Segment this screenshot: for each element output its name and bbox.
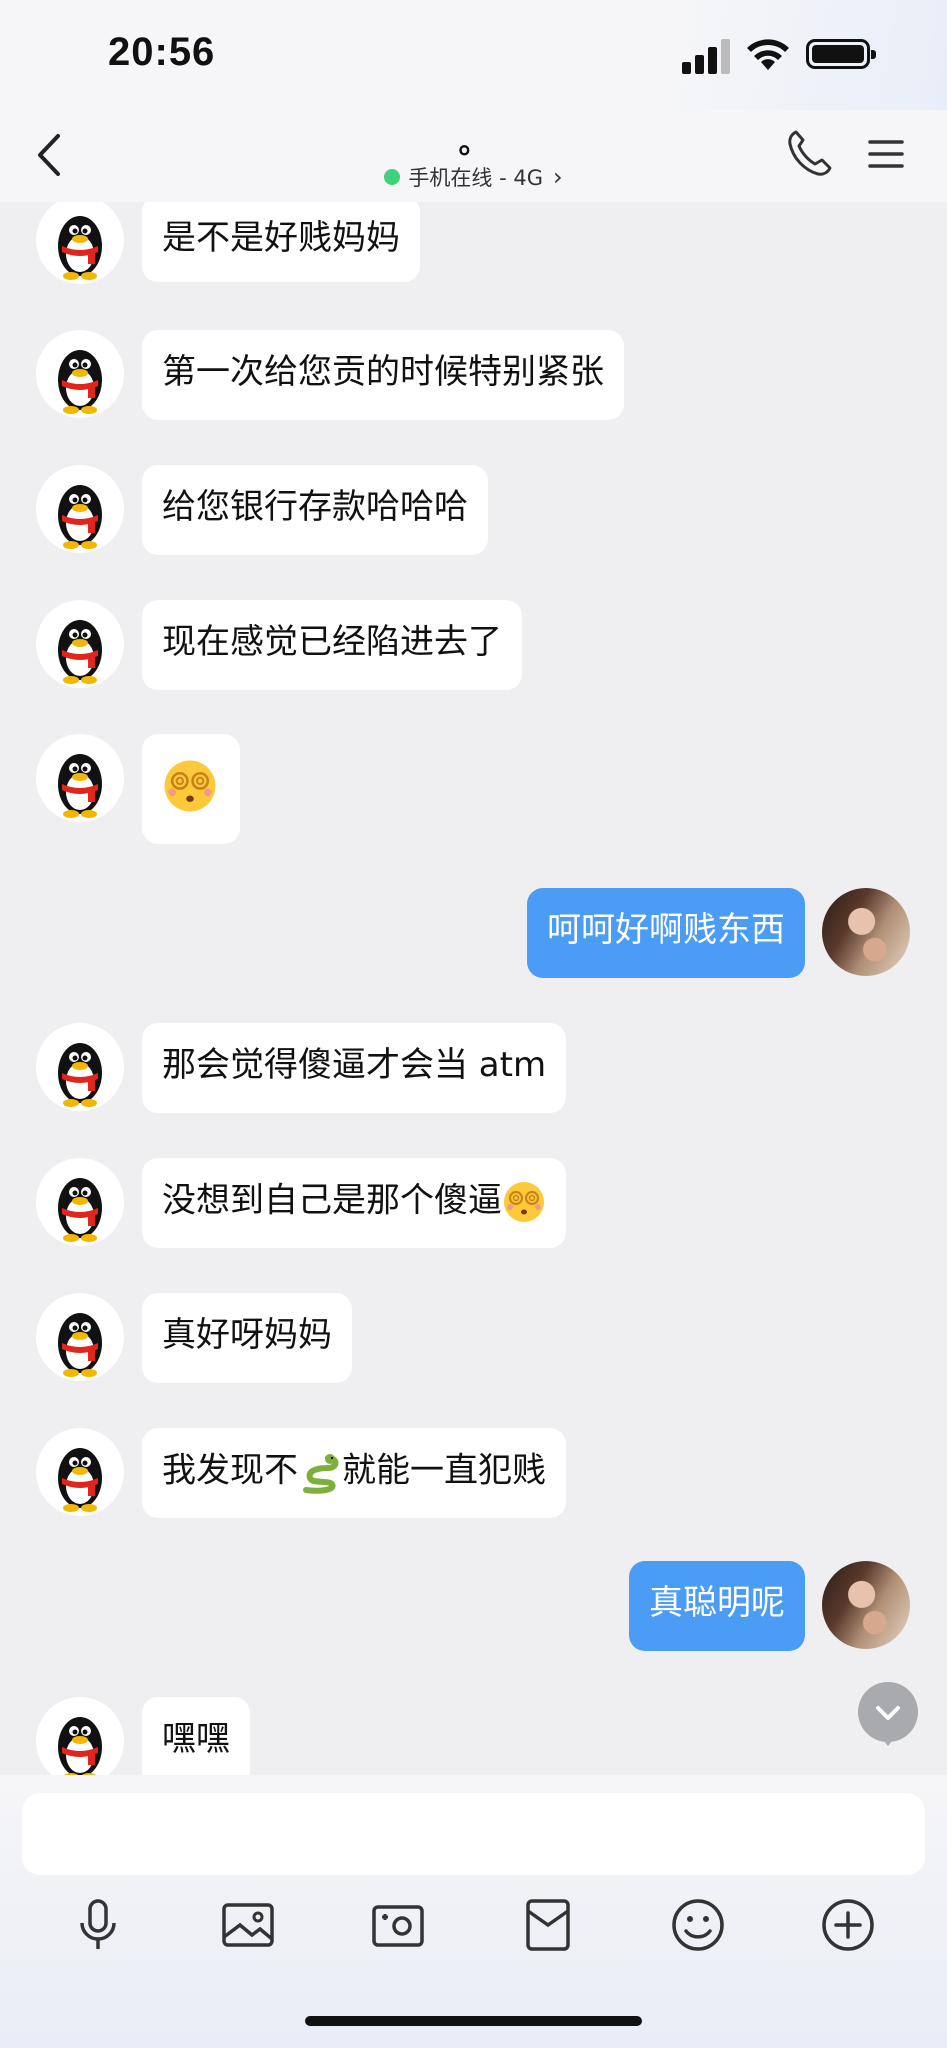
- online-dot-icon: [384, 169, 401, 185]
- penguin-avatar-icon: [58, 1448, 102, 1512]
- penguin-avatar-icon: [58, 350, 102, 414]
- chevron-right-icon: ›: [552, 163, 563, 191]
- camera-icon[interactable]: [366, 1893, 430, 1957]
- phone-call-icon[interactable]: [786, 128, 832, 178]
- clock: 20:56: [108, 30, 216, 74]
- penguin-avatar-icon: [58, 754, 102, 818]
- chat-message-list[interactable]: 是不是好贱妈妈 第一次给您贡的时候特别紧张 给您银行存款哈哈哈 现在感觉已经陷进…: [0, 202, 947, 1775]
- contact-avatar[interactable]: [36, 330, 124, 418]
- red-packet-icon[interactable]: [516, 1893, 580, 1957]
- my-avatar[interactable]: [822, 888, 910, 976]
- my-avatar[interactable]: [822, 1561, 910, 1649]
- online-status-text: 手机在线 - 4G: [408, 166, 543, 190]
- message-bubble[interactable]: 没想到自己是那个傻逼: [142, 1158, 566, 1248]
- contact-avatar[interactable]: [36, 734, 124, 822]
- dizzy-face-icon: [164, 760, 216, 812]
- battery-icon: [806, 39, 876, 69]
- penguin-avatar-icon: [58, 485, 102, 549]
- penguin-avatar-icon: [58, 620, 102, 684]
- contact-avatar[interactable]: [36, 1697, 124, 1775]
- message-bubble[interactable]: 现在感觉已经陷进去了: [142, 600, 522, 690]
- message-bubble[interactable]: [142, 734, 240, 844]
- microphone-icon[interactable]: [66, 1893, 130, 1957]
- message-text: 就能一直犯贱: [342, 1450, 546, 1491]
- contact-avatar[interactable]: [36, 1293, 124, 1381]
- message-bubble[interactable]: 那会觉得傻逼才会当 atm: [142, 1023, 567, 1113]
- message-bubble[interactable]: 第一次给您贡的时候特别紧张: [142, 330, 624, 420]
- penguin-avatar-icon: [58, 1043, 102, 1107]
- signal-icon: [682, 38, 730, 74]
- contact-avatar[interactable]: [36, 600, 124, 688]
- contact-avatar[interactable]: [36, 1158, 124, 1246]
- penguin-avatar-icon: [58, 1313, 102, 1377]
- message-bubble[interactable]: 嘿嘿: [142, 1697, 250, 1775]
- home-indicator: [305, 2016, 642, 2026]
- message-text: 没想到自己是那个傻逼: [162, 1180, 502, 1221]
- contact-avatar[interactable]: [36, 1023, 124, 1111]
- message-bubble-outgoing[interactable]: 呵呵好啊贱东西: [527, 888, 805, 978]
- status-bar: 20:56: [0, 0, 947, 110]
- image-icon[interactable]: [216, 1893, 280, 1957]
- emoji-icon[interactable]: [666, 1893, 730, 1957]
- dizzy-face-icon: [504, 1182, 544, 1222]
- message-bubble[interactable]: 是不是好贱妈妈: [142, 202, 420, 282]
- menu-icon[interactable]: [866, 134, 906, 174]
- scroll-to-bottom-button[interactable]: [858, 1682, 918, 1746]
- message-bubble[interactable]: 给您银行存款哈哈哈: [142, 465, 488, 555]
- contact-avatar[interactable]: [36, 202, 124, 284]
- penguin-avatar-icon: [58, 1178, 102, 1242]
- chevron-down-icon: [876, 1706, 900, 1720]
- message-bubble[interactable]: 真好呀妈妈: [142, 1293, 352, 1383]
- plus-icon[interactable]: [816, 1893, 880, 1957]
- contact-avatar[interactable]: [36, 1428, 124, 1516]
- chat-header: 。 手机在线 - 4G ›: [0, 110, 947, 202]
- penguin-avatar-icon: [58, 216, 102, 280]
- message-text: 我发现不: [162, 1450, 298, 1491]
- penguin-avatar-icon: [58, 1717, 102, 1775]
- contact-avatar[interactable]: [36, 465, 124, 553]
- wifi-icon: [747, 39, 789, 70]
- message-bubble[interactable]: 我发现不 就能一直犯贱: [142, 1428, 566, 1518]
- snake-icon: [303, 1454, 339, 1494]
- message-input[interactable]: [22, 1793, 925, 1875]
- message-bubble-outgoing[interactable]: 真聪明呢: [629, 1561, 805, 1651]
- composer: [0, 1775, 947, 2048]
